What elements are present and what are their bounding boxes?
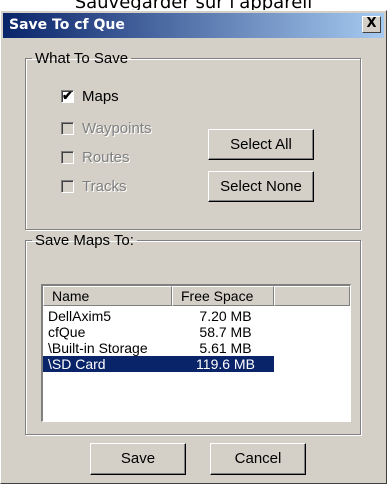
column-header-name[interactable]: Name	[43, 286, 172, 306]
list-item[interactable]: cfQue 58.7 MB	[43, 324, 274, 340]
list-item-selected[interactable]: \SD Card 119.6 MB	[43, 356, 274, 372]
list-item-free-space: 58.7 MB	[199, 324, 252, 340]
list-item-name: cfQue	[48, 324, 86, 340]
select-all-button[interactable]: Select All	[208, 129, 314, 160]
routes-checkbox	[61, 151, 74, 164]
save-dialog: Save To cf Que X What To Save ✔ Maps Way…	[0, 10, 387, 484]
maps-checkbox[interactable]: ✔	[61, 88, 74, 103]
close-button[interactable]: X	[362, 16, 381, 33]
routes-label: Routes	[82, 149, 130, 166]
maps-checkbox-row[interactable]: ✔ Maps	[61, 88, 119, 105]
waypoints-checkbox	[61, 122, 74, 135]
tracks-checkbox-row: Tracks	[61, 178, 126, 195]
column-header-filler	[274, 286, 350, 306]
tracks-label: Tracks	[82, 178, 127, 195]
window-title: Save To cf Que	[9, 17, 125, 33]
tracks-checkbox	[61, 180, 74, 193]
destination-list[interactable]: Name Free Space DellAxim5 7.20 MB cfQue …	[41, 284, 351, 422]
list-item[interactable]: \Built-in Storage 5.61 MB	[43, 340, 274, 356]
routes-checkbox-row: Routes	[61, 149, 130, 166]
waypoints-label: Waypoints	[82, 120, 152, 137]
list-item-free-space: 7.20 MB	[199, 308, 252, 324]
waypoints-checkbox-row: Waypoints	[61, 120, 151, 137]
save-button[interactable]: Save	[90, 443, 186, 475]
title-bar[interactable]: Save To cf Que X	[3, 13, 384, 38]
maps-label: Maps	[82, 88, 119, 105]
list-item-name: \Built-in Storage	[48, 340, 148, 356]
column-header-free-space[interactable]: Free Space	[172, 286, 274, 306]
save-maps-to-legend: Save Maps To:	[35, 232, 134, 249]
select-none-button[interactable]: Select None	[208, 171, 314, 202]
list-item-name: \SD Card	[48, 356, 106, 372]
what-to-save-legend: What To Save	[35, 50, 129, 67]
cancel-button[interactable]: Cancel	[210, 443, 306, 475]
checkmark-icon: ✔	[62, 88, 73, 103]
list-item-name: DellAxim5	[48, 308, 112, 324]
list-item-free-space: 119.6 MB	[196, 356, 255, 372]
list-item[interactable]: DellAxim5 7.20 MB	[43, 308, 274, 324]
list-item-free-space: 5.61 MB	[199, 340, 252, 356]
